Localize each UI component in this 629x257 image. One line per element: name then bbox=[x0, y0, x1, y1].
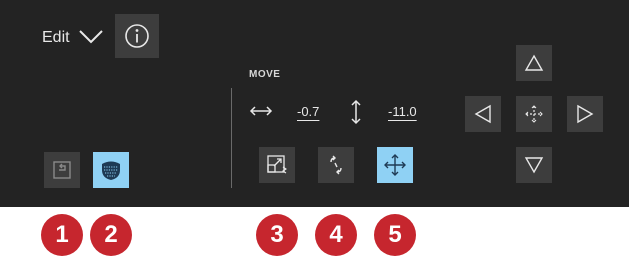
y-offset-value[interactable]: -11.0 bbox=[388, 104, 417, 119]
rotate-button[interactable] bbox=[318, 147, 354, 183]
resize-button[interactable] bbox=[259, 147, 295, 183]
embroidery-edit-panel: Edit MOVE -0.7 -11.0 bbox=[0, 0, 629, 207]
move-left-button[interactable] bbox=[465, 96, 501, 132]
undo-button[interactable] bbox=[44, 152, 80, 188]
info-icon bbox=[125, 24, 149, 48]
move-right-button[interactable] bbox=[567, 96, 603, 132]
center-button[interactable] bbox=[516, 96, 552, 132]
callout-3: 3 bbox=[256, 214, 298, 256]
center-icon bbox=[525, 105, 543, 123]
callout-1: 1 bbox=[41, 214, 83, 256]
stitch-fill-button[interactable] bbox=[93, 152, 129, 188]
callout-5: 5 bbox=[374, 214, 416, 256]
move-section-title: MOVE bbox=[249, 69, 281, 80]
divider bbox=[231, 88, 232, 188]
arrow-down-icon bbox=[524, 157, 544, 174]
vertical-arrows-icon bbox=[351, 99, 361, 125]
stitch-fill-icon bbox=[102, 161, 120, 180]
arrow-right-icon bbox=[577, 104, 594, 124]
callout-2: 2 bbox=[90, 214, 132, 256]
arrow-up-icon bbox=[524, 54, 544, 71]
edit-label[interactable]: Edit bbox=[42, 29, 70, 47]
callout-4: 4 bbox=[315, 214, 357, 256]
resize-icon bbox=[267, 155, 287, 174]
x-offset-value[interactable]: -0.7 bbox=[297, 104, 319, 119]
move-up-button[interactable] bbox=[516, 45, 552, 81]
arrow-left-icon bbox=[474, 104, 491, 124]
rotate-icon bbox=[330, 155, 342, 175]
undo-icon bbox=[53, 161, 71, 179]
info-button[interactable] bbox=[115, 14, 159, 58]
move-down-button[interactable] bbox=[516, 147, 552, 183]
move-button[interactable] bbox=[377, 147, 413, 183]
move-icon bbox=[384, 154, 406, 176]
horizontal-arrows-icon bbox=[249, 106, 273, 116]
chevron-down-icon[interactable] bbox=[78, 27, 104, 47]
